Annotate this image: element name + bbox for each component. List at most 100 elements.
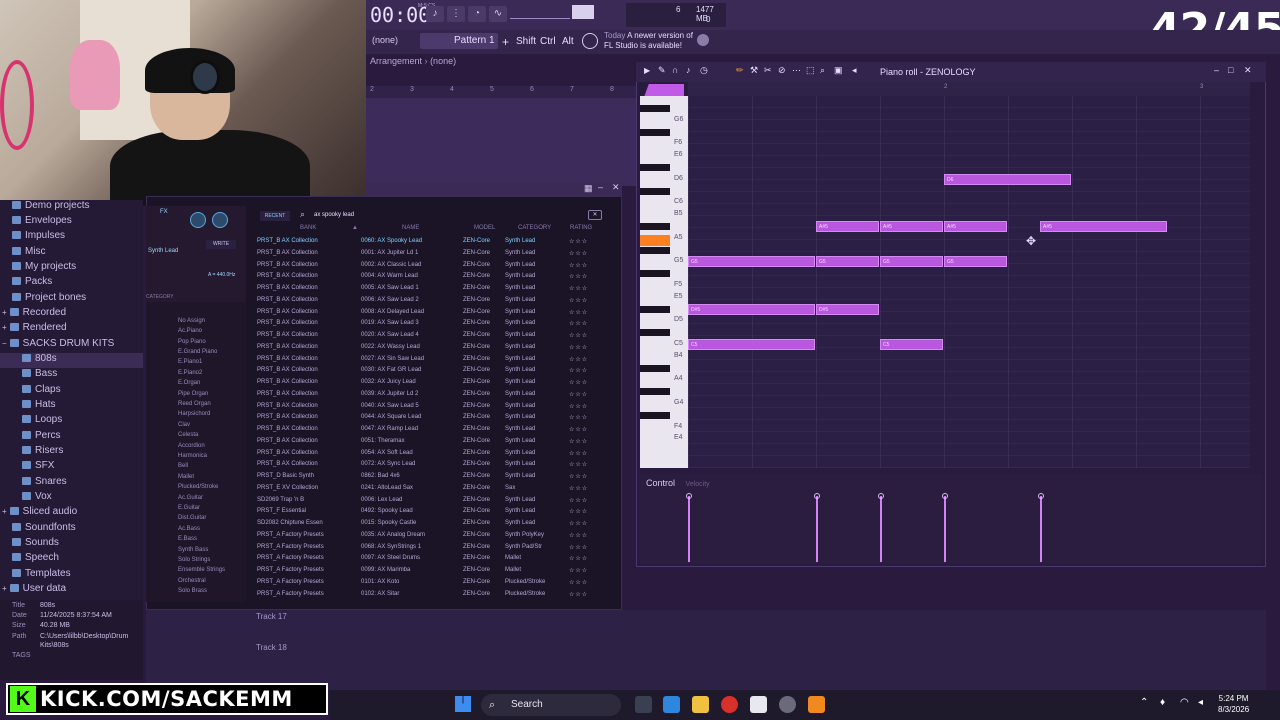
table-row[interactable]: PRST_B AX Collection 0060: AX Spooky Lead… bbox=[256, 236, 606, 248]
browser-item-envelopes[interactable]: Envelopes bbox=[0, 215, 143, 230]
table-row[interactable]: PRST_B AX Collection 0051: Theramax ZEN-Co… bbox=[256, 436, 606, 448]
category-item[interactable]: E.Piano1 bbox=[178, 359, 202, 365]
browser-item-808s[interactable]: 808s bbox=[0, 353, 143, 368]
rating-stars[interactable]: ☆☆☆ bbox=[569, 262, 588, 269]
control-lane[interactable] bbox=[640, 474, 1262, 564]
velocity-handle[interactable] bbox=[878, 493, 884, 499]
playback-icon[interactable]: ▣ bbox=[834, 65, 843, 76]
store-icon[interactable] bbox=[750, 696, 767, 713]
master-volume-slider[interactable] bbox=[572, 5, 594, 19]
taskbar-clock[interactable]: 5:24 PM 8/3/2026 bbox=[1218, 693, 1249, 715]
velocity-bar[interactable] bbox=[1040, 496, 1042, 562]
task-view-icon[interactable] bbox=[635, 696, 652, 713]
time-icon[interactable]: ◷ bbox=[700, 65, 708, 76]
table-row[interactable]: PRST_B AX Collection 0027: AX Sin Saw Lea… bbox=[256, 354, 606, 366]
slice-icon[interactable]: ⋯ bbox=[792, 65, 801, 76]
alt-button[interactable]: Alt bbox=[562, 36, 574, 47]
browser-item-claps[interactable]: Claps bbox=[0, 384, 143, 399]
zoom-icon[interactable]: ⌕ bbox=[820, 65, 825, 76]
header-name[interactable]: NAME bbox=[402, 225, 419, 231]
category-item[interactable]: Accordion bbox=[178, 443, 205, 449]
black-key[interactable] bbox=[640, 305, 670, 313]
midi-note[interactable]: G5 bbox=[880, 256, 943, 268]
browser-item-speech[interactable]: Speech bbox=[0, 552, 143, 567]
table-row[interactable]: PRST_F Essential 0492: Spooky Lead ZEN-Cor… bbox=[256, 506, 606, 518]
rating-stars[interactable]: ☆☆☆ bbox=[569, 544, 588, 551]
table-row[interactable]: PRST_B AX Collection 0047: AX Ramp Lead ZE… bbox=[256, 424, 606, 436]
rev-knob[interactable] bbox=[190, 212, 206, 228]
rating-stars[interactable]: ☆☆☆ bbox=[569, 497, 588, 504]
category-item[interactable]: Ac.Guitar bbox=[178, 495, 203, 501]
table-row[interactable]: PRST_B AX Collection 0022: AX Wassy Lead Z… bbox=[256, 342, 606, 354]
category-item[interactable]: No Assign bbox=[178, 318, 205, 324]
velocity-handle[interactable] bbox=[1038, 493, 1044, 499]
add-pattern-icon[interactable]: + bbox=[502, 35, 509, 49]
browser-item-hats[interactable]: Hats bbox=[0, 399, 143, 414]
track-label[interactable]: Track 18 bbox=[256, 643, 287, 652]
browser-item-sliced-audio[interactable]: + Sliced audio bbox=[0, 506, 143, 521]
fx-label[interactable]: FX bbox=[160, 209, 168, 215]
table-row[interactable]: PRST_A Factory Presets 0035: AX Analog Dr… bbox=[256, 530, 606, 542]
category-item[interactable]: Harmonica bbox=[178, 453, 207, 459]
table-row[interactable]: PRST_B AX Collection 0001: AX Jupiter Ld … bbox=[256, 248, 606, 260]
wifi-icon[interactable]: ◠ bbox=[1180, 697, 1189, 708]
category-item[interactable]: Celesta bbox=[178, 432, 198, 438]
piano-roll-ruler[interactable]: 2 3 bbox=[688, 82, 1250, 96]
table-row[interactable]: PRST_B AX Collection 0004: AX Warm Lead ZE… bbox=[256, 271, 606, 283]
midi-note[interactable]: A#5 bbox=[944, 221, 1007, 232]
browser-item-bass[interactable]: Bass bbox=[0, 368, 143, 383]
rating-stars[interactable]: ☆☆☆ bbox=[569, 520, 588, 527]
table-row[interactable]: PRST_A Factory Presets 0097: AX Steel Dru… bbox=[256, 553, 606, 565]
rating-stars[interactable]: ☆☆☆ bbox=[569, 438, 588, 445]
minimize-icon[interactable]: – bbox=[1214, 65, 1219, 75]
category-item[interactable]: Dist.Guitar bbox=[178, 515, 206, 521]
browser-item-sfx[interactable]: SFX bbox=[0, 460, 143, 475]
browser-item-templates[interactable]: Templates bbox=[0, 568, 143, 583]
browser-item-project-bones[interactable]: Project bones bbox=[0, 292, 143, 307]
black-key[interactable] bbox=[640, 246, 670, 254]
black-key[interactable] bbox=[640, 105, 670, 112]
note-icon[interactable]: ♪ bbox=[686, 65, 691, 75]
play-icon[interactable]: ▶ bbox=[644, 66, 650, 75]
maximize-icon[interactable]: □ bbox=[1228, 65, 1233, 75]
browser-item-percs[interactable]: Percs bbox=[0, 430, 143, 445]
note-grid[interactable] bbox=[688, 96, 1250, 468]
category-item[interactable]: Ensemble Strings bbox=[178, 567, 225, 573]
midi-note[interactable]: A#5 bbox=[880, 221, 943, 232]
write-button[interactable]: WRITE bbox=[206, 240, 236, 249]
category-item[interactable]: E.Guitar bbox=[178, 505, 200, 511]
table-row[interactable]: PRST_B AX Collection 0006: AX Saw Lead 2 Z… bbox=[256, 295, 606, 307]
volume-icon[interactable]: ◂ bbox=[1198, 697, 1203, 708]
user-avatar-icon[interactable] bbox=[697, 34, 709, 46]
table-row[interactable]: SD2082 Chiptune Essen 0015: Spooky Castle… bbox=[256, 518, 606, 530]
black-key[interactable] bbox=[640, 223, 670, 230]
fl-studio-icon[interactable] bbox=[808, 696, 825, 713]
rating-stars[interactable]: ☆☆☆ bbox=[569, 379, 588, 386]
close-icon[interactable]: ✕ bbox=[612, 182, 620, 193]
arrangement-ruler[interactable]: 2 3 4 5 6 7 8 bbox=[366, 86, 640, 98]
obs-icon[interactable] bbox=[779, 696, 796, 713]
table-row[interactable]: SD2069 Trap 'n B 0006: Lex Lead ZEN-Core Sy… bbox=[256, 495, 606, 507]
table-row[interactable]: PRST_B AX Collection 0019: AX Saw Lead 3 Z… bbox=[256, 318, 606, 330]
header-rating[interactable]: RATING bbox=[570, 225, 592, 231]
table-row[interactable]: PRST_E XV Collection 0241: AltoLead Sax ZE… bbox=[256, 483, 606, 495]
velocity-bar[interactable] bbox=[880, 496, 882, 562]
recent-button[interactable]: RECENT bbox=[260, 211, 290, 221]
category-item[interactable]: Ac.Bass bbox=[178, 526, 200, 532]
browser-item-my-projects[interactable]: My projects bbox=[0, 261, 143, 276]
black-key[interactable] bbox=[640, 187, 670, 195]
black-key[interactable] bbox=[640, 164, 670, 171]
midi-note[interactable]: D#5 bbox=[816, 303, 879, 315]
midi-note[interactable]: G5 bbox=[816, 256, 879, 268]
metronome-icon[interactable]: ♪ bbox=[426, 6, 444, 22]
rating-stars[interactable]: ☆☆☆ bbox=[569, 461, 588, 468]
table-row[interactable]: PRST_A Factory Presets 0099: AX Marimba ZE… bbox=[256, 565, 606, 577]
rating-stars[interactable]: ☆☆☆ bbox=[569, 297, 588, 304]
speaker-icon[interactable]: ◂ bbox=[852, 65, 857, 76]
table-row[interactable]: PRST_A Factory Presets 0102: AX Sitar ZEN-… bbox=[256, 589, 606, 601]
table-row[interactable]: PRST_B AX Collection 0040: AX Saw Lead 5 Z… bbox=[256, 401, 606, 413]
loop-record-icon[interactable]: ∿ bbox=[489, 6, 507, 22]
category-item[interactable]: Bell bbox=[178, 463, 188, 469]
velocity-handle[interactable] bbox=[814, 493, 820, 499]
rating-stars[interactable]: ☆☆☆ bbox=[569, 309, 588, 316]
